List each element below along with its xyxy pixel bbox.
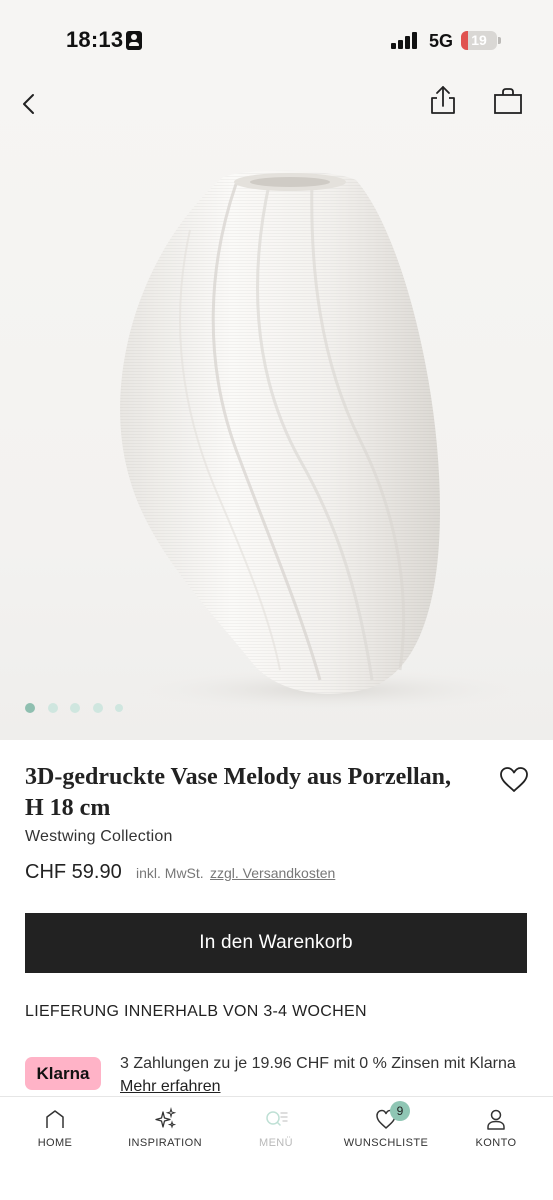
tax-note: inkl. MwSt. <box>136 865 204 881</box>
sparkles-icon <box>155 1107 177 1129</box>
battery-level: 19 <box>471 32 487 48</box>
gallery-dot[interactable] <box>25 703 35 713</box>
gallery-dot[interactable] <box>48 703 58 713</box>
add-to-cart-button[interactable]: In den Warenkorb <box>25 913 527 973</box>
product-title: 3D-gedruckte Vase Melody aus Porzellan, … <box>25 764 451 821</box>
tab-label: WUNSCHLISTE <box>343 1137 429 1149</box>
product-brand: Westwing Collection <box>25 828 173 845</box>
status-bar: 18:13 5G 19 <box>0 0 553 80</box>
shopping-bag-icon <box>494 88 522 114</box>
gallery-dot[interactable] <box>115 704 123 712</box>
tab-label: MENÜ <box>259 1137 293 1149</box>
network-type: 5G <box>429 31 454 51</box>
tab-wishlist[interactable]: 9 WUNSCHLISTE <box>336 1101 436 1155</box>
share-button[interactable] <box>424 82 462 120</box>
klarna-learn-more-link[interactable]: Mehr erfahren <box>120 1078 221 1095</box>
tab-account[interactable]: KONTO <box>446 1107 546 1155</box>
add-to-wishlist-button[interactable] <box>497 764 531 796</box>
klarna-installment-text: 3 Zahlungen zu je 19.96 CHF mit 0 % Zins… <box>120 1055 516 1072</box>
klarna-installment-info: 3 Zahlungen zu je 19.96 CHF mit 0 % Zins… <box>120 1052 520 1098</box>
bottom-tab-bar: HOME INSPIRATION MENÜ 9 WUNSCHLISTE KONT… <box>0 1096 553 1200</box>
status-time: 18:13 <box>66 27 124 52</box>
product-details-sheet: 3D-gedruckte Vase Melody aus Porzellan, … <box>0 740 553 1096</box>
shipping-costs-link[interactable]: zzgl. Versandkosten <box>210 865 335 881</box>
battery-tip <box>498 37 501 44</box>
tab-menu[interactable]: MENÜ <box>226 1107 326 1155</box>
tab-label: INSPIRATION <box>128 1137 202 1149</box>
shopping-bag-button[interactable] <box>490 84 526 120</box>
contact-card-icon <box>126 31 142 50</box>
share-icon <box>431 86 455 114</box>
tab-label: HOME <box>37 1137 73 1149</box>
search-menu-icon <box>266 1111 288 1126</box>
cellular-signal-icon <box>391 31 421 49</box>
klarna-logo: Klarna <box>25 1057 101 1090</box>
heart-icon <box>500 767 528 792</box>
tab-home[interactable]: HOME <box>5 1107 105 1155</box>
gallery-dot[interactable] <box>93 703 103 713</box>
vase-product-image <box>120 170 530 712</box>
home-icon <box>46 1110 64 1128</box>
chevron-left-icon <box>23 94 34 114</box>
wishlist-count-badge: 9 <box>390 1101 410 1121</box>
product-price: CHF 59.90 <box>25 861 122 883</box>
back-button[interactable] <box>12 86 46 122</box>
tab-inspiration[interactable]: INSPIRATION <box>115 1107 215 1155</box>
tab-label: KONTO <box>475 1137 517 1149</box>
gallery-dot[interactable] <box>70 703 80 713</box>
product-image-gallery[interactable] <box>0 80 553 740</box>
user-icon <box>487 1109 505 1130</box>
delivery-info: LIEFERUNG INNERHALB VON 3-4 WOCHEN <box>25 1003 367 1020</box>
battery-icon: 19 <box>461 31 497 50</box>
